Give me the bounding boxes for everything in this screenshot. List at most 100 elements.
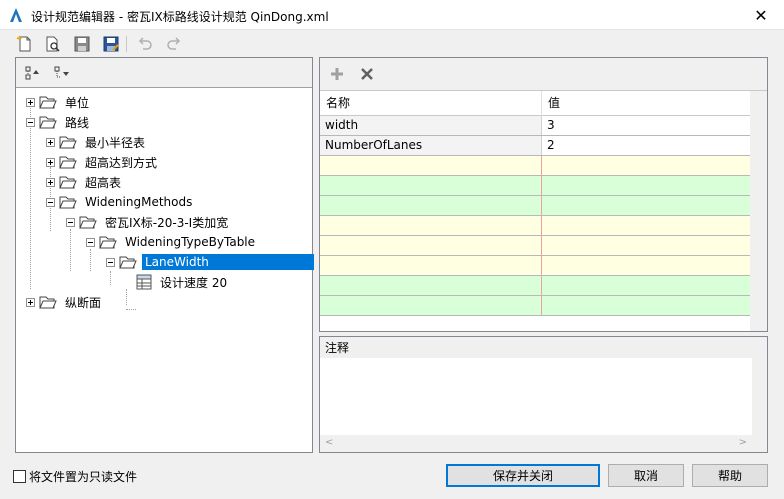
close-button[interactable]: ✕ <box>738 0 784 30</box>
empty-grid-row[interactable] <box>320 176 767 196</box>
empty-grid-row[interactable] <box>320 236 767 256</box>
tree-node-min-radius[interactable]: 最小半径表 <box>46 132 148 152</box>
tree-node-lane-width[interactable]: LaneWidth <box>106 252 314 272</box>
collapse-toggle-icon[interactable] <box>86 237 95 247</box>
folder-open-icon <box>39 116 57 129</box>
delete-row-icon[interactable] <box>356 63 378 85</box>
tree-guide-line <box>126 309 136 310</box>
grid-cell[interactable] <box>542 296 762 315</box>
grid-cell[interactable] <box>320 156 542 175</box>
empty-grid-row[interactable] <box>320 256 767 276</box>
redo-icon[interactable] <box>163 33 185 55</box>
cancel-button[interactable]: 取消 <box>608 464 684 487</box>
tree-guide-line <box>30 105 31 289</box>
property-grid-panel: 名称 值 width 3 NumberOfLanes 2 <box>319 57 768 332</box>
table-icon <box>136 274 152 290</box>
scroll-left-icon[interactable]: < <box>325 437 333 448</box>
grid-cell[interactable] <box>320 216 542 235</box>
save-and-close-button[interactable]: 保存并关闭 <box>446 464 600 487</box>
table-row[interactable]: NumberOfLanes 2 <box>320 136 767 156</box>
app-logo-icon <box>10 8 22 22</box>
open-file-icon[interactable] <box>42 33 64 55</box>
tree-node-profile[interactable]: 纵断面 <box>26 292 104 312</box>
tree-node-label: 超高达到方式 <box>85 155 158 170</box>
tree-guide-line <box>110 271 111 285</box>
tree-node-label: 设计速度 20 <box>160 275 228 290</box>
horizontal-scrollbar[interactable]: < > <box>320 435 767 452</box>
folder-open-icon <box>59 196 77 209</box>
vertical-scrollbar[interactable] <box>750 91 767 331</box>
grid-cell[interactable] <box>542 236 762 255</box>
tree-node-route[interactable]: 路线 <box>26 112 92 132</box>
table-row[interactable]: width 3 <box>320 116 767 136</box>
readonly-label: 将文件置为只读文件 <box>29 469 138 484</box>
new-file-icon[interactable] <box>14 33 36 55</box>
collapse-toggle-icon[interactable] <box>26 117 35 127</box>
column-header-name[interactable]: 名称 <box>320 91 542 116</box>
grid-header: 名称 值 <box>320 91 767 116</box>
grid-cell[interactable] <box>542 276 762 295</box>
grid-cell-name[interactable]: NumberOfLanes <box>320 136 542 155</box>
main-toolbar <box>0 31 784 56</box>
grid-cell[interactable] <box>320 196 542 215</box>
add-child-node-icon[interactable] <box>51 62 73 84</box>
expand-toggle-icon[interactable] <box>26 97 35 107</box>
tree-node-label: LaneWidth <box>142 254 314 270</box>
collapse-toggle-icon[interactable] <box>106 257 115 267</box>
expand-toggle-icon[interactable] <box>46 137 55 147</box>
tree-node-label: 单位 <box>65 95 90 110</box>
expand-toggle-icon[interactable] <box>46 157 55 167</box>
grid-cell[interactable] <box>320 276 542 295</box>
empty-grid-row[interactable] <box>320 276 767 296</box>
collapse-toggle-icon[interactable] <box>66 217 75 227</box>
tree-node-widening-methods[interactable]: WideningMethods <box>46 192 195 212</box>
save-as-icon[interactable] <box>100 33 122 55</box>
readonly-checkbox[interactable] <box>13 469 26 483</box>
grid-cell[interactable] <box>542 176 762 195</box>
grid-cell[interactable] <box>542 216 762 235</box>
title-bar: 设计规范编辑器 - 密瓦IX标路线设计规范 QinDong.xml ✕ <box>0 0 784 30</box>
grid-cell-name[interactable]: width <box>320 116 542 135</box>
empty-grid-row[interactable] <box>320 216 767 236</box>
grid-cell-value[interactable]: 3 <box>542 116 762 135</box>
add-row-icon[interactable] <box>326 63 348 85</box>
folder-icon <box>59 156 77 169</box>
empty-grid-row[interactable] <box>320 196 767 216</box>
collapse-toggle-icon[interactable] <box>46 197 55 207</box>
tree-guide-line <box>126 289 127 305</box>
grid-cell-value[interactable]: 2 <box>542 136 762 155</box>
empty-grid-row[interactable] <box>320 156 767 176</box>
empty-grid-row[interactable] <box>320 296 767 316</box>
folder-icon <box>39 296 57 309</box>
grid-cell[interactable] <box>320 256 542 275</box>
tree-node-superelevation-table[interactable]: 超高表 <box>46 172 124 192</box>
expand-toggle-icon[interactable] <box>46 177 55 187</box>
grid-cell[interactable] <box>320 176 542 195</box>
notes-label: 注释 <box>325 341 350 355</box>
grid-cell[interactable] <box>542 196 762 215</box>
add-sibling-node-icon[interactable] <box>22 62 44 84</box>
grid-cell[interactable] <box>542 256 762 275</box>
tree-node-design-speed[interactable]: 设计速度 20 <box>136 272 230 292</box>
folder-open-icon <box>99 236 117 249</box>
grid-cell[interactable] <box>542 156 762 175</box>
grid-cell[interactable] <box>320 236 542 255</box>
property-grid: 名称 值 width 3 NumberOfLanes 2 <box>320 91 767 316</box>
tree-node-units[interactable]: 单位 <box>26 92 92 112</box>
help-button[interactable]: 帮助 <box>692 464 768 487</box>
tree-node-widening-class[interactable]: 密瓦IX标-20-3-I类加宽 <box>66 212 231 232</box>
notes-panel: 注释 < > <box>319 336 768 453</box>
tree-node-superelevation-method[interactable]: 超高达到方式 <box>46 152 160 172</box>
tree-toolbar <box>16 58 312 88</box>
save-icon[interactable] <box>71 33 93 55</box>
column-header-value[interactable]: 值 <box>542 91 762 116</box>
readonly-option[interactable]: 将文件置为只读文件 <box>13 467 137 485</box>
tree-node-label: 密瓦IX标-20-3-I类加宽 <box>105 215 229 230</box>
tree-node-widening-type-by-table[interactable]: WideningTypeByTable <box>86 232 258 252</box>
tree-node-label: 路线 <box>65 115 90 130</box>
toolbar-separator <box>126 36 127 52</box>
scroll-right-icon[interactable]: > <box>739 437 747 448</box>
undo-icon[interactable] <box>134 33 156 55</box>
expand-toggle-icon[interactable] <box>26 297 35 307</box>
grid-cell[interactable] <box>320 296 542 315</box>
